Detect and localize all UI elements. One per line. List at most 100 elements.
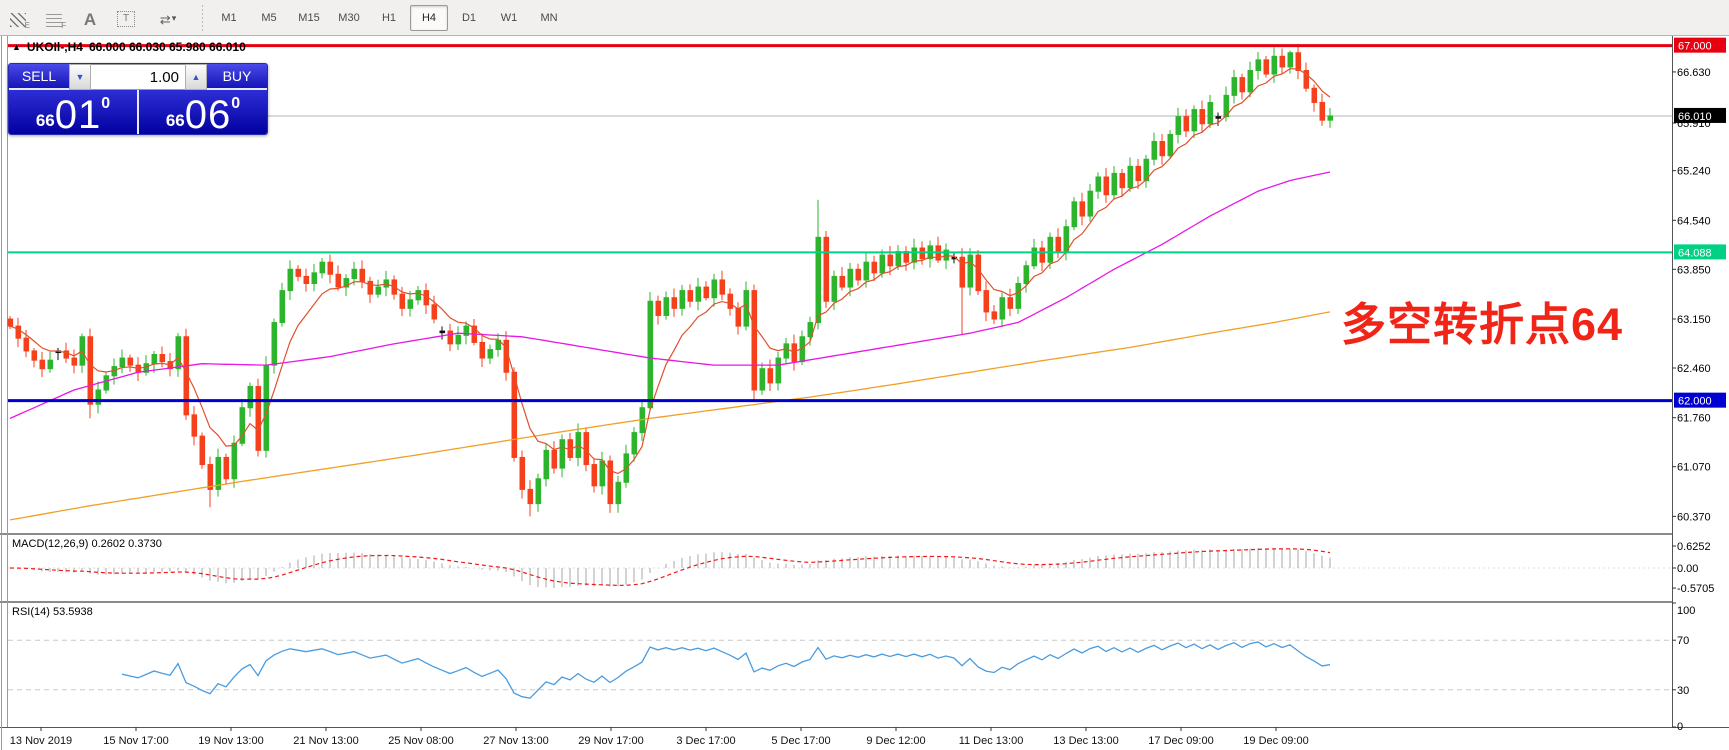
rsi-tick-label: 100	[1677, 605, 1695, 617]
tf-button-m5[interactable]: M5	[250, 5, 288, 31]
tf-button-h4[interactable]: H4	[410, 4, 448, 31]
candle	[783, 343, 790, 359]
volume-decrease-button[interactable]: ▼	[69, 64, 91, 90]
candle	[127, 357, 134, 366]
line-studies-icon[interactable]: E	[2, 4, 34, 32]
candle	[351, 268, 358, 280]
mt4-window: E F A T ⇄ ▾ M1 M5 M15 M30 H1 H4 D1 W1 MN …	[0, 0, 1729, 750]
candle	[1279, 55, 1286, 68]
candle	[791, 343, 798, 363]
candle	[759, 368, 766, 391]
candle	[1095, 176, 1102, 192]
candle	[703, 286, 710, 299]
price-tick-label: 61.070	[1677, 462, 1711, 474]
candle	[511, 371, 518, 458]
buy-price-head: 66	[165, 111, 185, 130]
candle	[607, 460, 614, 505]
volume-increase-button[interactable]: ▲	[185, 64, 207, 90]
candle	[1103, 176, 1110, 196]
chart-canvas[interactable]: 66.63065.91065.24064.54063.85063.15062.4…	[0, 36, 1729, 750]
candle	[711, 279, 718, 299]
candle	[1183, 116, 1190, 132]
rsi-tick-label: 0	[1677, 721, 1683, 733]
symbol-name: UKOIl-,H4	[26, 40, 83, 54]
candle	[647, 300, 654, 409]
candle	[559, 439, 566, 469]
candle	[287, 268, 294, 292]
candle	[103, 375, 110, 391]
line-studies-sub: E	[24, 20, 30, 30]
level-62.000-badge-label: 62.000	[1678, 396, 1712, 408]
time-tick-label: 25 Nov 08:00	[388, 735, 453, 747]
tf-button-m30[interactable]: M30	[330, 5, 368, 31]
grid-glyph	[46, 12, 62, 27]
candle	[479, 341, 486, 359]
sell-price-tile[interactable]: 66 01 0	[9, 90, 137, 134]
time-tick-label: 29 Nov 17:00	[578, 735, 643, 747]
candle	[231, 442, 238, 480]
candle	[1239, 77, 1246, 93]
candle	[991, 311, 998, 320]
text-box-icon[interactable]: T	[110, 4, 142, 32]
candle	[847, 268, 854, 288]
chart-area[interactable]: 66.630 65.910 65.240 64.540 63.850 63.150 62.4…	[0, 36, 1729, 750]
candle	[279, 290, 286, 324]
candle	[1015, 283, 1022, 309]
candle	[1071, 201, 1078, 228]
trade-panel-prices: 66 01 0 66 06 0	[9, 90, 267, 134]
candle	[719, 279, 726, 295]
candle	[1079, 201, 1086, 217]
candle	[295, 268, 302, 277]
candle	[1031, 247, 1038, 267]
tf-button-m15[interactable]: M15	[290, 5, 328, 31]
candle	[223, 456, 230, 480]
candle	[1247, 70, 1254, 93]
tf-button-mn[interactable]: MN	[530, 5, 568, 31]
candle	[839, 275, 846, 288]
tf-button-m1[interactable]: M1	[210, 5, 248, 31]
candle	[1119, 172, 1126, 189]
candle	[599, 460, 606, 487]
candle	[1319, 101, 1326, 121]
time-tick-label: 3 Dec 17:00	[676, 735, 735, 747]
candle	[751, 290, 758, 391]
buy-price-tile[interactable]: 66 06 0	[139, 90, 267, 134]
volume-input[interactable]	[91, 65, 185, 89]
timeframe-group: M1 M5 M15 M30 H1 H4 D1 W1 MN	[209, 0, 569, 35]
candle	[1127, 165, 1134, 189]
candle	[1023, 265, 1030, 284]
text-label-icon[interactable]: A	[74, 4, 106, 32]
candle	[1287, 52, 1294, 68]
candle	[735, 307, 742, 327]
level-64.088-badge-label: 64.088	[1678, 247, 1712, 259]
candle	[191, 414, 198, 437]
candle	[247, 385, 254, 409]
sell-button[interactable]: SELL	[9, 64, 69, 90]
candle	[7, 318, 14, 327]
candle	[1255, 59, 1262, 71]
current-price-badge-label: 66.010	[1678, 111, 1712, 123]
candle	[399, 293, 406, 309]
candle	[999, 297, 1006, 320]
candle	[671, 297, 678, 309]
candle	[1311, 87, 1318, 103]
text-box-glyph: T	[117, 10, 135, 27]
buy-price-sup: 0	[231, 95, 241, 112]
candle	[1199, 109, 1206, 125]
arrange-arrows-icon[interactable]: ⇄ ▾	[146, 4, 190, 32]
time-tick-label: 27 Nov 13:00	[483, 735, 548, 747]
chart-annotation-text: 多空转折点64	[1341, 299, 1624, 350]
time-tick-label: 17 Dec 09:00	[1148, 735, 1213, 747]
candle	[303, 275, 310, 284]
candle	[39, 359, 46, 370]
buy-button[interactable]: BUY	[207, 64, 267, 90]
grid-icon[interactable]: F	[38, 4, 70, 32]
candle	[1007, 297, 1014, 309]
tf-button-w1[interactable]: W1	[490, 5, 528, 31]
price-tick-label: 61.760	[1677, 413, 1711, 425]
tf-button-d1[interactable]: D1	[450, 5, 488, 31]
tf-button-h1[interactable]: H1	[370, 5, 408, 31]
time-tick-label: 9 Dec 12:00	[866, 735, 925, 747]
price-tick-label: 63.850	[1677, 264, 1711, 276]
price-tick-label: 63.150	[1677, 314, 1711, 326]
